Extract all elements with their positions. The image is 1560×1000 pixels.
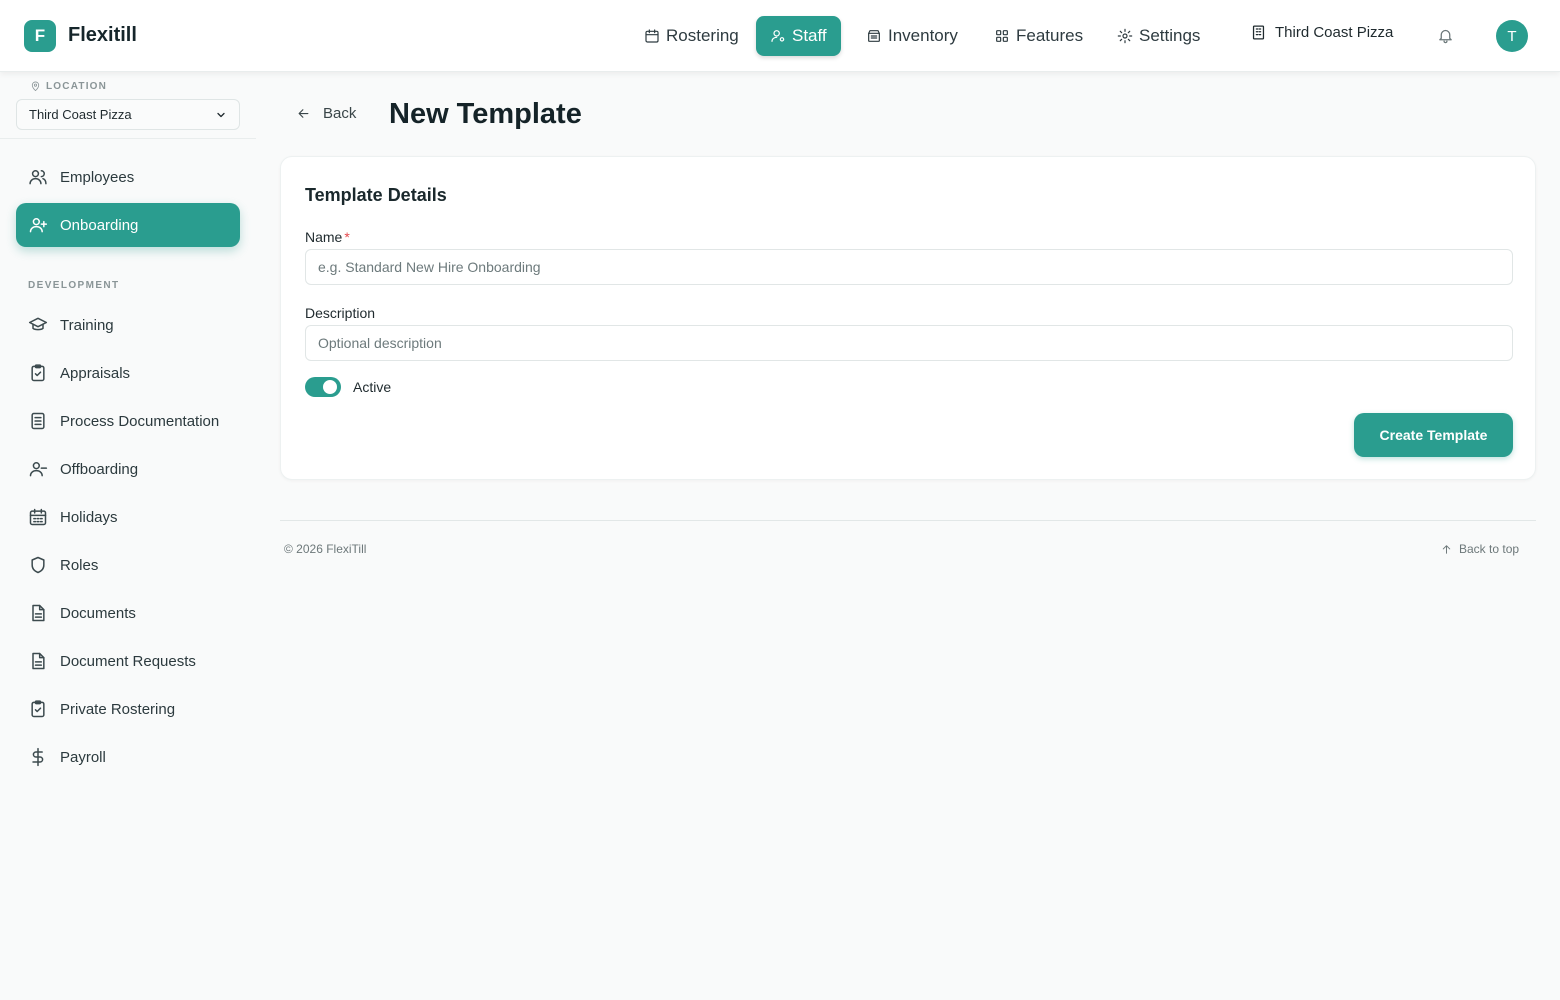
sidebar-section-label: DEVELOPMENT	[28, 280, 120, 291]
topnav-features[interactable]: Features	[980, 16, 1097, 56]
gear-icon	[1117, 28, 1133, 44]
sidebar-item-label: Holidays	[60, 508, 118, 526]
back-to-top-link[interactable]: Back to top	[1440, 542, 1519, 556]
user-minus-icon	[29, 462, 48, 477]
sidebar-item-label: Appraisals	[60, 364, 131, 382]
brand-name[interactable]: Flexitill	[68, 24, 137, 47]
copyright-text: © 2026 FlexiTill	[284, 542, 367, 556]
page-title: New Template	[389, 98, 582, 130]
graduation-cap-icon	[28, 317, 48, 331]
sidebar-item-appraisals[interactable]: Appraisals	[16, 351, 240, 395]
top-header: F Flexitill Rostering Staff Inventory Fe…	[0, 0, 1560, 72]
topnav-label: Settings	[1139, 26, 1201, 45]
back-link[interactable]: Back	[296, 105, 356, 122]
sidebar-item-holidays[interactable]: Holidays	[16, 495, 240, 539]
store-name: Third Coast Pizza	[1275, 24, 1394, 41]
sidebar-item-process-documentation[interactable]: Process Documentation	[16, 399, 240, 443]
sidebar-item-label: Onboarding	[60, 216, 139, 234]
topnav-label: Inventory	[888, 26, 958, 45]
notifications-button[interactable]	[1437, 27, 1454, 44]
map-pin-icon	[31, 81, 40, 92]
name-input[interactable]	[305, 249, 1513, 285]
archive-icon	[868, 30, 880, 42]
grid-icon	[996, 30, 1008, 42]
topnav-label: Rostering	[666, 26, 739, 45]
sidebar-item-label: Process Documentation	[60, 412, 220, 430]
dollar-icon	[32, 747, 44, 767]
name-label: Name *	[305, 229, 350, 245]
building-icon	[1252, 25, 1265, 40]
sidebar-item-onboarding[interactable]: Onboarding	[16, 203, 240, 247]
file-text-icon	[32, 604, 45, 622]
sidebar-item-employees[interactable]: Employees	[16, 155, 240, 199]
description-label: Description	[305, 305, 376, 321]
topnav-rostering[interactable]: Rostering	[630, 16, 753, 56]
location-select[interactable]: Third Coast Pizza	[16, 99, 240, 130]
sidebar-divider	[0, 138, 256, 139]
sidebar-item-document-requests[interactable]: Document Requests	[16, 639, 240, 683]
shield-icon	[31, 556, 45, 574]
location-value: Third Coast Pizza	[29, 107, 132, 122]
toggle-knob	[323, 380, 337, 394]
create-template-button[interactable]: Create Template	[1354, 413, 1513, 457]
topnav-label: Features	[1016, 26, 1084, 45]
sidebar-item-label: Roles	[60, 556, 99, 574]
sidebar-item-label: Offboarding	[60, 460, 139, 478]
description-input[interactable]	[305, 325, 1513, 361]
active-label: Active	[353, 379, 392, 395]
bell-icon	[1439, 29, 1452, 44]
logo-mark[interactable]: F	[24, 20, 56, 52]
clipboard-check-icon	[31, 364, 45, 382]
footer-divider	[280, 520, 1536, 521]
back-to-top-label: Back to top	[1459, 542, 1520, 556]
user-avatar[interactable]: T	[1496, 20, 1528, 52]
arrow-up-icon	[1442, 544, 1451, 554]
sidebar-item-label: Private Rostering	[60, 700, 176, 718]
topnav-settings[interactable]: Settings	[1103, 16, 1214, 56]
sidebar-item-label: Training	[60, 316, 114, 334]
user-cog-icon	[771, 30, 785, 42]
required-marker: *	[344, 229, 350, 245]
back-label: Back	[323, 105, 357, 122]
sidebar-item-private-rostering[interactable]: Private Rostering	[16, 687, 240, 731]
topnav-staff[interactable]: Staff	[756, 16, 841, 56]
topnav-inventory[interactable]: Inventory	[852, 16, 972, 56]
sidebar-item-label: Documents	[60, 604, 136, 622]
calendar-icon	[645, 29, 659, 43]
card-title: Template Details	[305, 185, 447, 205]
sidebar-item-payroll[interactable]: Payroll	[16, 735, 240, 779]
calendar-days-icon	[29, 508, 47, 526]
sidebar-item-label: Document Requests	[60, 652, 196, 670]
sidebar-item-training[interactable]: Training	[16, 303, 240, 347]
topnav-label: Staff	[792, 26, 827, 45]
arrow-left-icon	[298, 109, 309, 118]
store-switcher[interactable]: Third Coast Pizza	[1250, 24, 1393, 41]
users-icon	[29, 170, 47, 185]
sidebar-item-offboarding[interactable]: Offboarding	[16, 447, 240, 491]
sidebar-item-label: Payroll	[60, 748, 106, 766]
document-text-icon	[31, 412, 45, 430]
location-label: LOCATION	[30, 81, 107, 92]
active-toggle[interactable]	[305, 377, 341, 397]
sidebar-item-documents[interactable]: Documents	[16, 591, 240, 635]
template-details-card: Template Details Name* Description Activ…	[280, 156, 1536, 480]
sidebar-item-roles[interactable]: Roles	[16, 543, 240, 587]
file-text-icon	[32, 652, 45, 670]
clipboard-check-icon	[31, 700, 45, 718]
sidebar-item-label: Employees	[60, 168, 135, 186]
chevron-down-icon	[217, 112, 225, 117]
user-plus-icon	[29, 218, 48, 233]
